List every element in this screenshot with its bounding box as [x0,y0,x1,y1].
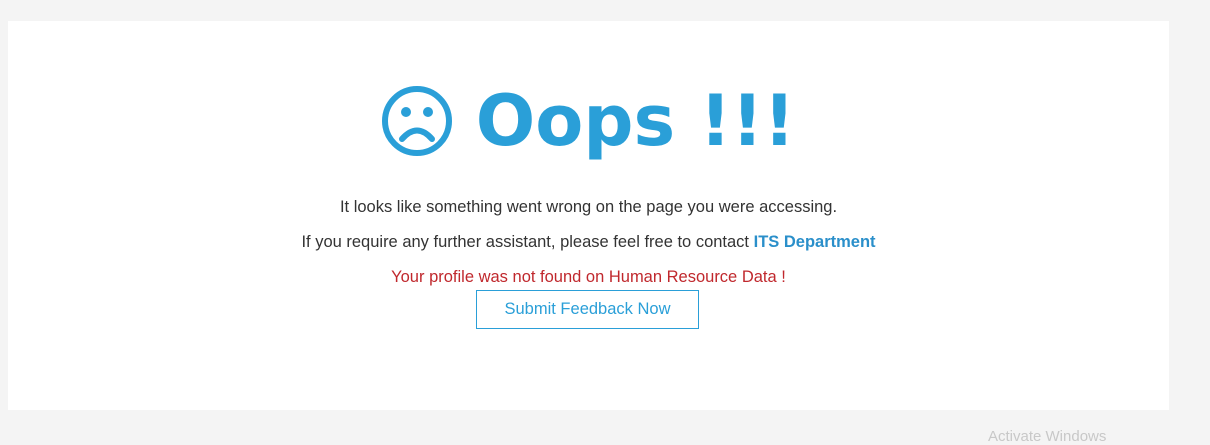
its-department-link[interactable]: ITS Department [754,233,876,251]
error-detail: Your profile was not found on Human Reso… [391,268,786,286]
submit-feedback-button[interactable]: Submit Feedback Now [476,290,699,329]
error-message: It looks like something went wrong on th… [339,198,838,216]
error-card: Oops !!! It looks like something went wr… [8,21,1169,410]
error-headline: Oops !!! [8,79,1169,163]
contact-message: If you require any further assistant, pl… [8,233,1169,252]
sad-face-icon [380,84,454,158]
contact-message-text: If you require any further assistant, pl… [301,233,754,251]
page-title: Oops !!! [475,80,796,162]
